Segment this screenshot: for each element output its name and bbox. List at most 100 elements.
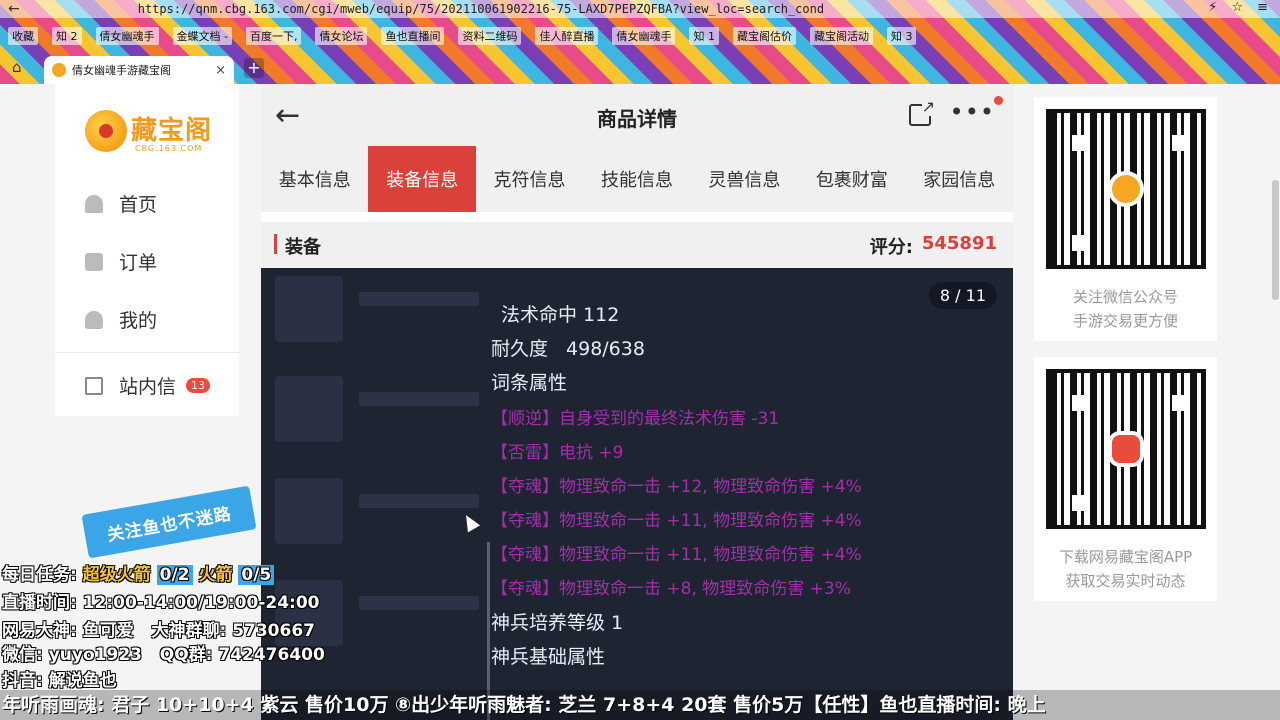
durability-label: 耐久度 xyxy=(491,338,549,360)
house-icon xyxy=(85,194,103,213)
tab-rune-info[interactable]: 克符信息 xyxy=(476,146,583,212)
bookmark-item[interactable]: 藏宝阁活动 xyxy=(809,27,873,45)
bookmark-item[interactable]: 知 1 xyxy=(689,27,719,45)
share-icon[interactable] xyxy=(909,97,935,126)
app-qr-card: 下载网易藏宝阁APP 获取交易实时动态 xyxy=(1034,357,1217,601)
affix-line: 【夺魂】物理致命一击 +8, 物理致命伤害 +3% xyxy=(491,579,851,599)
divider xyxy=(55,352,239,353)
lightning-icon[interactable]: ⚡ xyxy=(1208,0,1217,15)
task-count: 0/5 xyxy=(238,565,275,585)
equipment-name-placeholder xyxy=(359,392,479,406)
logo-name: 藏宝阁 xyxy=(131,116,213,146)
bookmark-item[interactable]: 倩女幽魂手 xyxy=(95,27,159,45)
durability-value: 498/638 xyxy=(566,338,645,360)
equipment-thumbnail[interactable] xyxy=(275,276,343,342)
bookmark-item[interactable]: 佳人醉直播 xyxy=(535,27,599,45)
product-detail-view: ← 商品详情 ••• 基本信息 装备信息 克符信息 技能信息 灵兽信息 包裹财富… xyxy=(261,84,1013,720)
browser-tab[interactable]: 倩女幽魂手游藏宝阁 × xyxy=(44,56,234,84)
bookmark-item[interactable]: 百度一下, xyxy=(245,27,302,45)
bookmark-item[interactable]: 倩女幽魂手 xyxy=(612,27,676,45)
bookmarks-bar: 收藏 知 2 倩女幽魂手 金蝶文档 - 百度一下, 倩女论坛 鱼也直播间 资料二… xyxy=(0,24,1280,48)
back-arrow-icon[interactable]: ← xyxy=(8,1,20,17)
weapon-level-line: 神兵培养等级 1 xyxy=(491,612,624,634)
notification-dot xyxy=(994,96,1003,105)
wechat-label: 微信: yuyo1923 xyxy=(2,645,142,665)
equipment-name-placeholder xyxy=(359,596,479,610)
tab-pet-info[interactable]: 灵兽信息 xyxy=(691,146,798,212)
netease-group-label: 大神群聊: 5730667 xyxy=(151,621,316,641)
new-tab-button[interactable]: + xyxy=(244,58,264,78)
address-bar[interactable]: ← https://qnm.cbg.163.com/cgi/mweb/equip… xyxy=(0,0,1280,18)
bookmark-item[interactable]: 资料二维码 xyxy=(458,27,522,45)
bookmark-item[interactable]: 倩女论坛 xyxy=(315,27,368,45)
tab-title: 倩女幽魂手游藏宝阁 xyxy=(72,64,171,77)
qr-caption: 关注微信公众号 xyxy=(1072,288,1178,306)
logo-subtitle: CBG.163.COM xyxy=(135,144,203,153)
affix-line: 【否雷】电抗 +9 xyxy=(491,443,624,463)
equipment-detail-overlay[interactable]: 8 / 11 法术命中 112 耐久度 498/638 词条属性 【顺逆】自身受到… xyxy=(261,268,1013,720)
sidebar-item-label: 站内信 xyxy=(119,376,177,398)
bookmark-item[interactable]: 收藏 xyxy=(8,27,38,45)
weapon-base-attr-heading: 神兵基础属性 xyxy=(491,646,606,668)
page-counter: 8 / 11 xyxy=(928,282,997,309)
attribute-line: 法术命中 112 xyxy=(501,304,620,326)
live-time-line: 直播时间: 12:00-14:00/19:00-24:00 xyxy=(2,593,320,613)
equipment-name-placeholder xyxy=(359,494,479,508)
app-qr-code xyxy=(1046,369,1206,529)
close-icon[interactable]: × xyxy=(215,63,226,78)
follow-banner: 关注鱼也不迷路 xyxy=(81,485,257,559)
netease-god-label: 网易大神: 鱼可爱 xyxy=(2,621,134,641)
douyin-line: 抖音: 解说鱼也 xyxy=(2,671,117,691)
header-bar: ← 商品详情 ••• xyxy=(261,84,1013,146)
sidebar-item-messages[interactable]: 站内信 13 xyxy=(85,372,211,399)
sidebar-item-label: 订单 xyxy=(119,252,158,274)
task-item: 火箭 xyxy=(198,565,233,585)
section-accent-bar xyxy=(274,234,277,254)
menu-icon[interactable]: ≡ xyxy=(1257,0,1268,15)
affix-line: 【夺魂】物理致命一击 +12, 物理致命伤害 +4% xyxy=(491,477,862,497)
tab-home-info[interactable]: 家园信息 xyxy=(906,146,1013,212)
favicon-icon xyxy=(52,63,66,77)
score-label: 评分: xyxy=(869,237,913,258)
more-icon[interactable]: ••• xyxy=(950,98,995,126)
unread-badge: 13 xyxy=(186,378,211,393)
bookmark-item[interactable]: 知 2 xyxy=(52,27,82,45)
user-icon xyxy=(85,310,103,329)
qr-caption: 下载网易藏宝阁APP xyxy=(1058,548,1193,566)
home-icon[interactable]: ⌂ xyxy=(12,58,22,76)
qq-group-label: QQ群: 742476400 xyxy=(159,645,325,665)
sidebar-item-label: 我的 xyxy=(119,310,158,332)
page-scrollbar[interactable] xyxy=(1272,180,1279,300)
sidebar-item-label: 首页 xyxy=(119,194,158,216)
sidebar-item-home[interactable]: 首页 xyxy=(85,190,157,217)
affix-line: 【顺逆】自身受到的最终法术伤害 -31 xyxy=(491,409,780,429)
daily-task-line: 每日任务: 超级火箭 0/2 火箭 0/5 xyxy=(2,560,275,585)
tab-skill-info[interactable]: 技能信息 xyxy=(583,146,690,212)
detail-tabs: 基本信息 装备信息 克符信息 技能信息 灵兽信息 包裹财富 家园信息 xyxy=(261,146,1013,212)
score-value: 545891 xyxy=(921,233,997,254)
tab-equipment-info[interactable]: 装备信息 xyxy=(368,146,476,212)
equipment-thumbnail[interactable] xyxy=(275,376,343,442)
wechat-qr-code xyxy=(1046,109,1206,269)
mail-icon xyxy=(85,376,103,395)
tab-inventory-wealth[interactable]: 包裹财富 xyxy=(798,146,905,212)
bookmark-item[interactable]: 鱼也直播间 xyxy=(381,27,445,45)
treasure-emblem-icon xyxy=(85,110,127,152)
bookmark-item[interactable]: 金蝶文档 - xyxy=(172,27,232,45)
task-item: 超级火箭 xyxy=(82,565,151,585)
bookmark-item[interactable]: 知 3 xyxy=(886,27,917,45)
site-logo[interactable]: 藏宝阁 CBG.163.COM xyxy=(85,104,215,160)
netease-line: 网易大神: 鱼可爱 大神群聊: 5730667 xyxy=(2,616,315,641)
equipment-thumbnail[interactable] xyxy=(275,478,343,544)
star-icon[interactable]: ☆ xyxy=(1231,0,1243,15)
section-header: 装备 评分: 545891 xyxy=(261,222,1013,268)
sidebar-item-orders[interactable]: 订单 xyxy=(85,248,157,275)
tab-basic-info[interactable]: 基本信息 xyxy=(261,146,368,212)
bookmark-item[interactable]: 藏宝阁估价 xyxy=(732,27,796,45)
site-sidebar: 藏宝阁 CBG.163.COM 首页 订单 我的 站内信 13 xyxy=(55,84,239,416)
qr-caption: 手游交易更方便 xyxy=(1072,312,1178,330)
page-title: 商品详情 xyxy=(597,107,677,131)
sidebar-item-mine[interactable]: 我的 xyxy=(85,306,157,333)
url-text[interactable]: https://qnm.cbg.163.com/cgi/mweb/equip/7… xyxy=(138,2,824,16)
task-count: 0/2 xyxy=(156,565,193,585)
